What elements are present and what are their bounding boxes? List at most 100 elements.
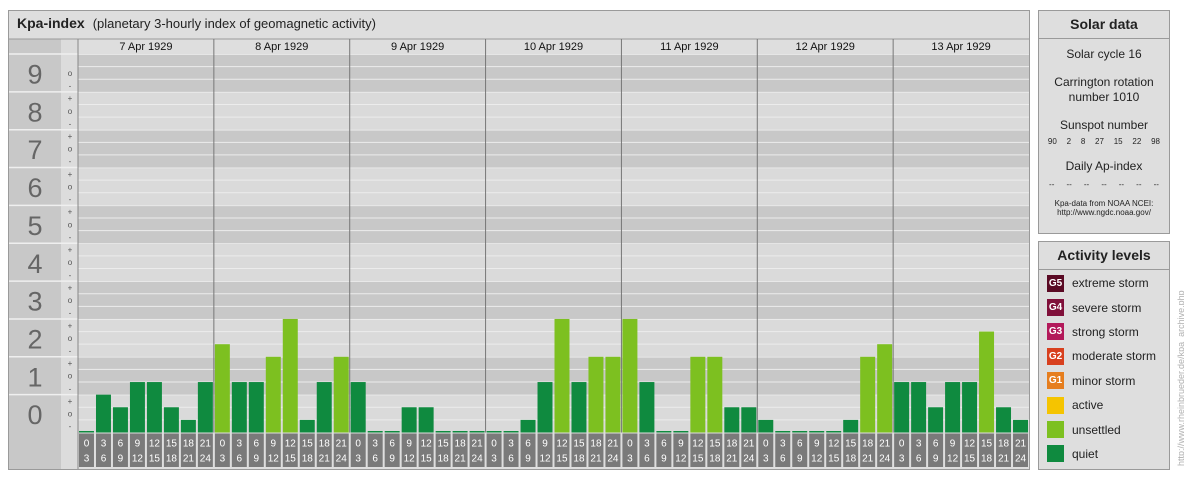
kp-bar [877, 344, 893, 433]
interval-start-label: 6 [933, 439, 939, 450]
interval-end-label: 3 [220, 454, 226, 465]
interval-end-label: 9 [797, 454, 803, 465]
kp-bar [639, 382, 655, 433]
legend-swatch: G4 [1047, 299, 1064, 317]
kpa-chart-panel: Kpa-index (planetary 3-hourly index of ge… [8, 10, 1030, 470]
interval-end-label: 12 [811, 454, 823, 465]
kp-bar [945, 382, 961, 433]
ap-value: -- [1083, 180, 1090, 189]
kp-bar [792, 431, 808, 433]
kp-bar [231, 382, 247, 433]
interval-end-label: 6 [101, 454, 107, 465]
interval-start-label: 15 [166, 439, 178, 450]
interval-start-label: 12 [964, 439, 976, 450]
y-minor-label: - [69, 233, 72, 242]
y-minor-label: o [68, 69, 73, 78]
y-minor-label: o [68, 182, 73, 191]
legend-label: extreme storm [1072, 276, 1149, 291]
interval-start-label: 3 [101, 439, 107, 450]
kp-bar [214, 344, 230, 433]
interval-start-label: 15 [302, 439, 314, 450]
sunspot-value: 2 [1066, 137, 1072, 146]
day-label: 10 Apr 1929 [524, 41, 583, 53]
kpa-bar-chart: 0 - o +1 - o +2 - o +3 - o +4 - o +5 - o +6 - o +7 - o +8 - o +9 - o 7… [9, 38, 1029, 469]
interval-end-label: 9 [661, 454, 667, 465]
interval-end-label: 21 [455, 454, 467, 465]
interval-end-label: 21 [862, 454, 874, 465]
kp-bar [656, 431, 672, 433]
ap-value: -- [1153, 180, 1159, 189]
ap-value: -- [1066, 180, 1072, 189]
kp-bar [265, 356, 281, 433]
legend-item-quiet: quiet [1039, 442, 1169, 466]
level-band [78, 205, 1029, 244]
level-band [78, 129, 1029, 168]
interval-end-label: 3 [355, 454, 361, 465]
kp-bar [775, 431, 791, 433]
y-tick-label: 3 [27, 287, 42, 317]
kp-bar [299, 419, 315, 433]
interval-start-label: 15 [438, 439, 450, 450]
interval-end-label: 6 [780, 454, 786, 465]
interval-start-label: 3 [372, 439, 378, 450]
legend-swatch [1047, 445, 1064, 463]
interval-end-label: 21 [726, 454, 738, 465]
y-minor-label: o [68, 220, 73, 229]
ap-index-title: Daily Ap-index [1065, 159, 1143, 173]
interval-start-label: 9 [678, 439, 684, 450]
legend-label: moderate storm [1072, 349, 1157, 364]
source-line1: Kpa-data from NOAA NCEI: [1054, 199, 1154, 208]
sunspot-values: 90 2 8 27 15 22 98 [1039, 137, 1169, 146]
kp-bar [826, 431, 842, 433]
interval-end-label: 12 [675, 454, 687, 465]
legend-label: unsettled [1072, 422, 1121, 437]
kp-bar [486, 431, 502, 433]
interval-start-label: 6 [118, 439, 124, 450]
interval-start-label: 12 [556, 439, 568, 450]
kp-bar [758, 419, 774, 433]
legend-label: severe storm [1072, 300, 1142, 315]
level-band [78, 54, 1029, 92]
level-band [78, 167, 1029, 206]
interval-end-label: 9 [933, 454, 939, 465]
interval-start-label: 18 [455, 439, 467, 450]
interval-end-label: 9 [389, 454, 395, 465]
interval-end-label: 15 [692, 454, 704, 465]
interval-start-label: 0 [627, 439, 633, 450]
interval-start-label: 12 [828, 439, 840, 450]
interval-start-label: 3 [508, 439, 514, 450]
interval-end-label: 18 [166, 454, 178, 465]
interval-start-label: 12 [421, 439, 433, 450]
kp-bar [248, 382, 264, 433]
sunspot-value: 27 [1095, 137, 1104, 146]
y-minor-label: - [69, 346, 72, 355]
day-label: 9 Apr 1929 [391, 41, 444, 53]
y-minor-label: + [68, 132, 73, 141]
interval-end-label: 9 [254, 454, 260, 465]
interval-end-label: 12 [539, 454, 551, 465]
y-tick-label: 9 [27, 60, 42, 90]
legend-item-unsettled: unsettled [1039, 417, 1169, 441]
interval-end-label: 24 [200, 454, 212, 465]
interval-start-label: 6 [661, 439, 667, 450]
kp-bar [707, 356, 723, 433]
interval-end-label: 6 [644, 454, 650, 465]
level-band [78, 243, 1029, 282]
interval-end-label: 6 [237, 454, 243, 465]
kp-bar [537, 382, 553, 433]
kp-bar [469, 431, 485, 433]
interval-start-label: 12 [149, 439, 161, 450]
interval-end-label: 15 [285, 454, 297, 465]
kp-bar [146, 382, 162, 433]
level-band [78, 91, 1029, 130]
interval-end-label: 3 [763, 454, 769, 465]
interval-end-label: 18 [981, 454, 993, 465]
interval-start-label: 0 [491, 439, 497, 450]
interval-end-label: 6 [508, 454, 514, 465]
interval-start-label: 21 [1015, 439, 1027, 450]
interval-end-label: 24 [472, 454, 484, 465]
y-minor-label: - [69, 271, 72, 280]
y-minor-label: o [68, 372, 73, 381]
y-minor-label: + [68, 321, 73, 330]
kp-bar [928, 407, 944, 433]
